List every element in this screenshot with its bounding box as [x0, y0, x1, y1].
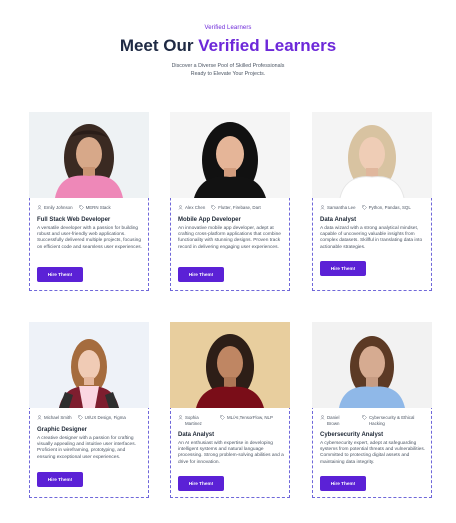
learner-meta: Alex Chen Flutter, Firebase, Dart [178, 205, 284, 211]
learner-photo-image [29, 322, 149, 408]
learner-skills-item: Python, Pandas, SQL [361, 205, 411, 211]
learner-card: Sophia Martinez ML/AI,TensorFlow, NLP Da… [170, 322, 290, 498]
user-icon [37, 205, 42, 210]
learner-photo-image [170, 112, 290, 198]
subtitle-line-2: Ready to Elevate Your Projects. [190, 71, 266, 77]
learner-card: Samantha Lee Python, Pandas, SQL Data An… [312, 112, 432, 291]
learner-role: Full Stack Web Developer [37, 217, 111, 223]
learner-name-item: Michael Smith [37, 415, 72, 421]
hire-button[interactable]: Hire Them! [320, 261, 366, 276]
learner-description: A data wizard with a strong analytical m… [320, 226, 423, 250]
learner-role: Data Analyst [178, 432, 215, 438]
learner-name: Sophia Martinez [185, 415, 202, 426]
hire-button[interactable]: Hire Them! [178, 267, 224, 282]
learner-name: Michael Smith [44, 415, 72, 420]
learner-name: Samantha Lee [327, 205, 356, 210]
learner-card: Michael Smith UI/UX Design, Figma Graphi… [29, 322, 149, 498]
learner-role: Graphic Designer [37, 427, 88, 433]
title-prefix: Meet Our [119, 36, 199, 55]
tag-icon [211, 205, 217, 211]
learner-skills: MERN Stack [85, 205, 111, 210]
user-icon [178, 415, 183, 420]
subtitle: Discover a Diverse Pool of Skilled Profe… [0, 62, 456, 78]
learner-skills: Python, Pandas, SQL [368, 205, 411, 210]
tag-icon [361, 205, 367, 211]
learner-meta: Daniel Brown Cybersecurity & Ethical Hac… [320, 415, 426, 426]
learner-skills: Flutter, Firebase, Dart [218, 205, 261, 210]
user-icon [320, 205, 325, 210]
learner-meta: Michael Smith UI/UX Design, Figma [37, 415, 143, 421]
learner-meta: Samantha Lee Python, Pandas, SQL [320, 205, 426, 211]
tag-icon [220, 415, 225, 421]
learner-photo-image [312, 322, 432, 408]
learner-card: Alex Chen Flutter, Firebase, Dart Mobile… [170, 112, 290, 291]
learner-skills: Cybersecurity & Ethical Hacking [369, 415, 415, 426]
eyebrow-label: Verified Learners [204, 25, 252, 31]
user-icon [320, 415, 325, 420]
tag-icon [362, 415, 367, 421]
hire-button[interactable]: Hire Them! [37, 267, 83, 282]
learner-description: An innovative mobile app developer, adep… [178, 226, 281, 250]
user-icon [37, 415, 42, 420]
tag-icon [77, 415, 83, 421]
learner-name: Daniel Brown [327, 415, 340, 426]
learner-photo [312, 112, 432, 198]
learner-photo-image [170, 322, 290, 408]
learner-photo-image [29, 112, 149, 198]
learner-description: A creative designer with a passion for c… [37, 436, 136, 460]
learner-name-item: Alex Chen [178, 205, 205, 211]
subtitle-line-1: Discover a Diverse Pool of Skilled Profe… [171, 63, 285, 69]
learner-photo [29, 322, 149, 408]
learner-skills-item: UI/UX Design, Figma [77, 415, 126, 421]
learner-photo [312, 322, 432, 408]
hire-button[interactable]: Hire Them! [320, 476, 366, 491]
learner-name-item: Daniel Brown [320, 415, 356, 426]
learner-photo [170, 322, 290, 408]
learner-card: Daniel Brown Cybersecurity & Ethical Hac… [312, 322, 432, 498]
learner-role: Cybersecurity Analyst [320, 432, 384, 438]
learner-photo-image [312, 112, 432, 198]
learner-name-item: Emily Johnson [37, 205, 73, 211]
learner-skills-item: Flutter, Firebase, Dart [211, 205, 261, 211]
learner-skills-item: MERN Stack [78, 205, 111, 211]
learner-photo [29, 112, 149, 198]
learner-name: Emily Johnson [44, 205, 73, 210]
learner-photo [170, 112, 290, 198]
page-title: Meet Our Verified Learners [0, 36, 456, 56]
learner-skills: UI/UX Design, Figma [84, 415, 126, 420]
learner-role: Data Analyst [320, 217, 357, 223]
learner-description: A versatile developer with a passion for… [37, 226, 142, 250]
learner-skills: ML/AI,TensorFlow, NLP [227, 415, 273, 420]
hire-button[interactable]: Hire Them! [178, 476, 224, 491]
learner-meta: Sophia Martinez ML/AI,TensorFlow, NLP [178, 415, 284, 426]
learner-skills-item: Cybersecurity & Ethical Hacking [362, 415, 422, 426]
learner-name: Alex Chen [185, 205, 206, 210]
learner-description: A cybersecurity expert, adept at safegua… [320, 441, 426, 465]
learner-description: An AI enthusiast with expertise in devel… [178, 441, 284, 465]
hire-button[interactable]: Hire Them! [37, 472, 83, 487]
title-accent: Verified Learners [198, 36, 337, 55]
learner-name-item: Sophia Martinez [178, 415, 214, 426]
learner-card: Emily Johnson MERN Stack Full Stack Web … [29, 112, 149, 291]
learner-skills-item: ML/AI,TensorFlow, NLP [220, 415, 280, 426]
learner-meta: Emily Johnson MERN Stack [37, 205, 143, 211]
learner-name-item: Samantha Lee [320, 205, 356, 211]
learner-role: Mobile App Developer [178, 217, 241, 223]
user-icon [178, 205, 183, 210]
tag-icon [78, 205, 84, 211]
